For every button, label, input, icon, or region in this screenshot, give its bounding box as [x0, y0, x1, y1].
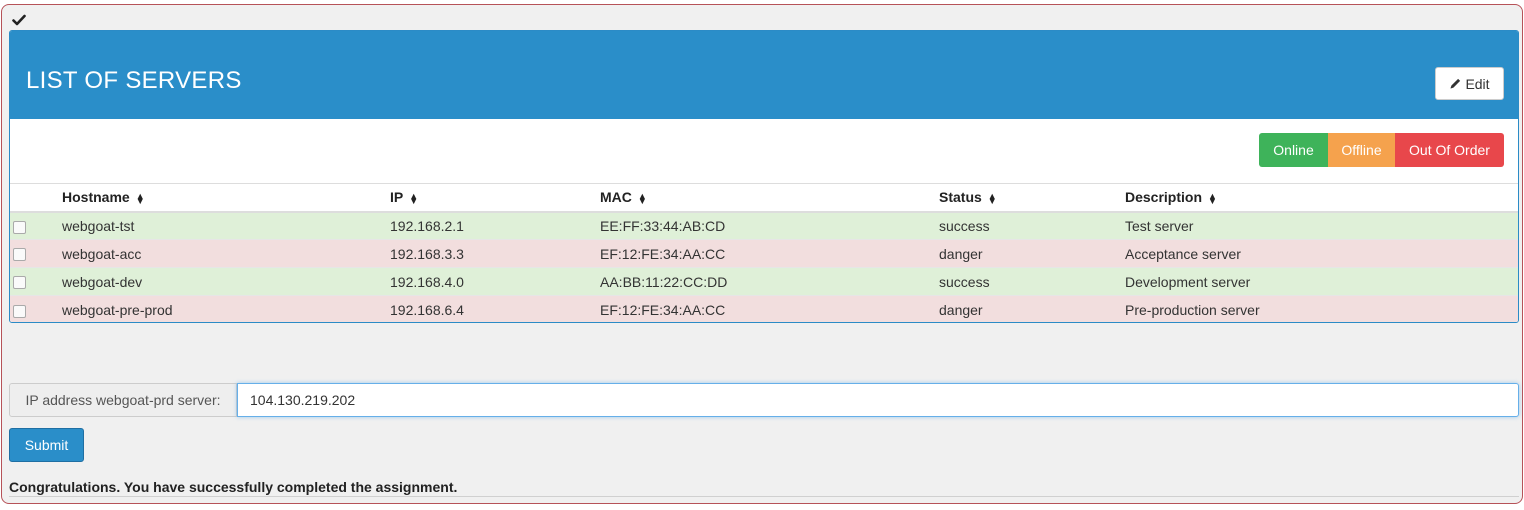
table-header-row: Hostname ▲ ▼ IP ▲ ▼ MAC ▲ ▼ Status ▲ ▼ Descripti… [10, 183, 1518, 212]
column-header-description[interactable]: Description ▲ ▼ [1125, 184, 1518, 212]
cell-mac: EF:12:FE:34:AA:CC [600, 301, 726, 318]
table-row: webgoat-tst 192.168.2.1 EE:FF:33:44:AB:C… [10, 211, 1518, 240]
select-column-header [10, 184, 62, 212]
column-header-status[interactable]: Status ▲ ▼ [939, 184, 1125, 212]
cell-hostname: webgoat-tst [62, 217, 135, 234]
column-header-hostname[interactable]: Hostname ▲ ▼ [62, 184, 390, 212]
cell-mac: EF:12:FE:34:AA:CC [600, 245, 726, 262]
cell-ip: 192.168.4.0 [390, 273, 464, 290]
panel-title: LIST OF SERVERS [26, 67, 242, 94]
edit-button-label: Edit [1465, 75, 1490, 92]
cell-ip: 192.168.6.4 [390, 301, 464, 318]
offline-button[interactable]: Offline [1328, 133, 1395, 167]
feedback-message: Congratulations. You have successfully c… [9, 479, 458, 495]
column-header-ip[interactable]: IP ▲ ▼ [390, 184, 600, 212]
sort-icon: ▲ ▼ [637, 190, 647, 206]
row-checkbox[interactable] [13, 220, 26, 234]
pencil-icon [1450, 78, 1461, 89]
sort-icon: ▲ ▼ [987, 190, 997, 206]
assignment-container: LIST OF SERVERS Edit Online Offline Out … [1, 4, 1523, 504]
cell-hostname: webgoat-pre-prod [62, 301, 173, 318]
cell-ip: 192.168.2.1 [390, 217, 464, 234]
row-checkbox[interactable] [13, 276, 26, 290]
servers-table: Hostname ▲ ▼ IP ▲ ▼ MAC ▲ ▼ Status ▲ ▼ Descripti… [10, 183, 1518, 322]
ip-address-label: IP address webgoat-prd server: [9, 383, 237, 417]
cell-description: Acceptance server [1125, 245, 1241, 262]
cell-status: success [939, 217, 990, 234]
panel-heading: LIST OF SERVERS Edit [10, 31, 1518, 119]
table-row: webgoat-dev 192.168.4.0 AA:BB:11:22:CC:D… [10, 267, 1518, 296]
cell-mac: EE:FF:33:44:AB:CD [600, 217, 726, 234]
divider [9, 496, 1519, 497]
row-checkbox[interactable] [13, 304, 26, 318]
row-checkbox[interactable] [13, 248, 26, 262]
column-header-mac[interactable]: MAC ▲ ▼ [600, 184, 939, 212]
cell-ip: 192.168.3.3 [390, 245, 464, 262]
table-row: webgoat-pre-prod 192.168.6.4 EF:12:FE:34… [10, 295, 1518, 322]
cell-hostname: webgoat-dev [62, 273, 143, 290]
sort-icon: ▲ ▼ [1208, 190, 1217, 206]
cell-hostname: webgoat-acc [62, 245, 142, 262]
servers-panel: LIST OF SERVERS Edit Online Offline Out … [9, 30, 1519, 323]
ip-address-input-group: IP address webgoat-prd server: [9, 383, 1519, 417]
edit-button[interactable]: Edit [1435, 67, 1504, 100]
status-button-group: Online Offline Out Of Order [1259, 133, 1504, 167]
checkmark-icon [12, 14, 26, 26]
cell-status: danger [939, 301, 983, 318]
cell-description: Test server [1125, 217, 1194, 234]
sort-icon: ▲ ▼ [135, 190, 145, 206]
table-row: webgoat-acc 192.168.3.3 EF:12:FE:34:AA:C… [10, 239, 1518, 268]
cell-description: Pre-production server [1125, 301, 1260, 318]
submit-button[interactable]: Submit [9, 428, 84, 462]
sort-icon: ▲ ▼ [409, 190, 419, 206]
cell-status: danger [939, 245, 983, 262]
ip-address-input[interactable] [237, 383, 1519, 417]
cell-description: Development server [1125, 273, 1251, 290]
online-button[interactable]: Online [1259, 133, 1328, 167]
out-of-order-button[interactable]: Out Of Order [1395, 133, 1504, 167]
cell-status: success [939, 273, 990, 290]
cell-mac: AA:BB:11:22:CC:DD [600, 273, 728, 290]
